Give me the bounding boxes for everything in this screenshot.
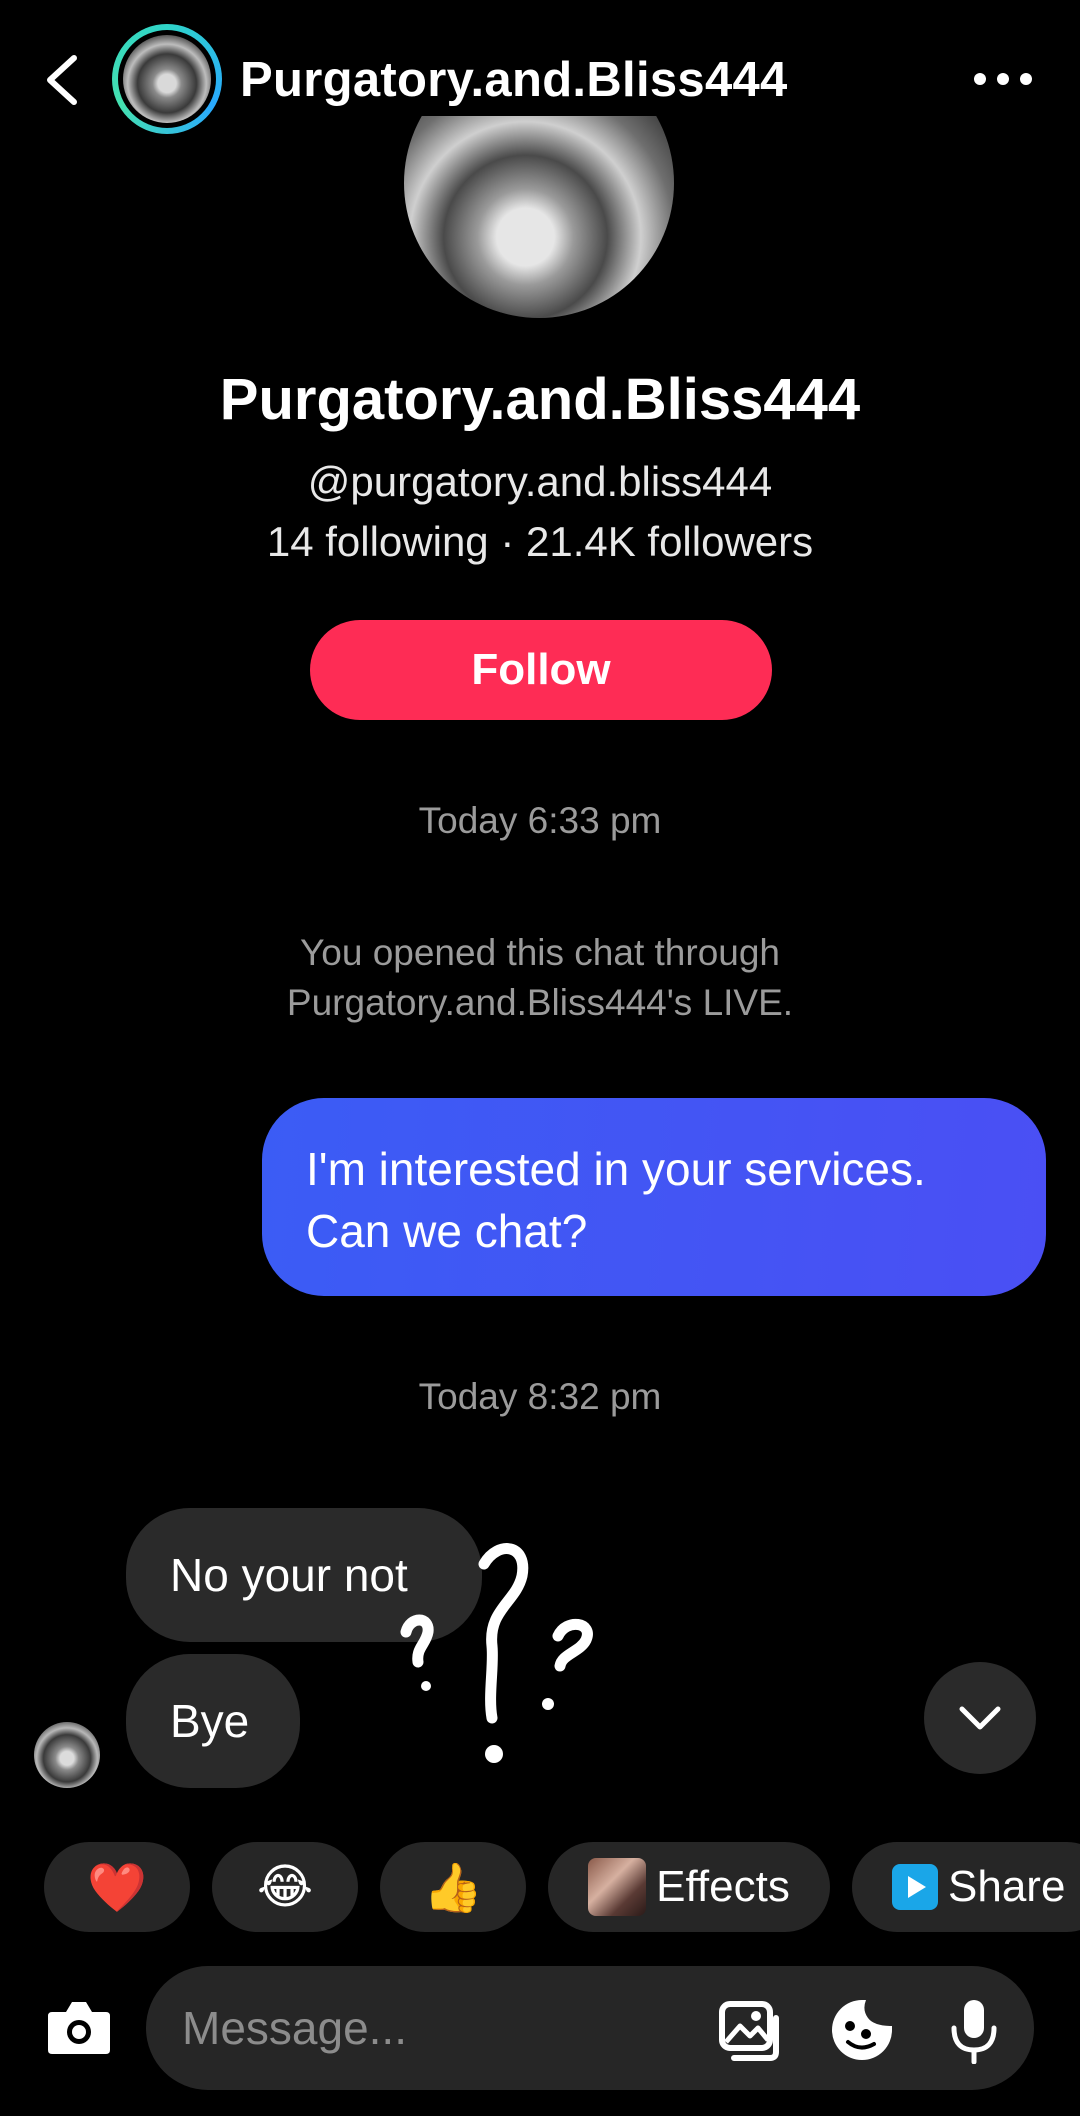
message-line: I'm interested in your services.	[306, 1143, 926, 1195]
message-text: Bye	[170, 1695, 250, 1747]
gallery-image-icon[interactable]	[716, 1996, 784, 2064]
effects-thumbnail-icon	[588, 1858, 647, 1916]
system-note-line: Purgatory.and.Bliss444's LIVE.	[286, 982, 794, 1023]
header-avatar[interactable]	[112, 24, 222, 134]
incoming-message[interactable]: Bye	[126, 1654, 300, 1788]
timestamp: Today 6:33 pm	[418, 800, 662, 841]
microphone-icon[interactable]	[940, 1996, 1008, 2064]
quick-reaction-laugh[interactable]: 😂	[212, 1842, 358, 1932]
effects-label: Effects	[656, 1862, 790, 1911]
profile-handle: @purgatory.and.bliss444	[307, 458, 773, 505]
scroll-to-bottom-button[interactable]	[924, 1662, 1036, 1774]
message-input[interactable]: Message...	[146, 1966, 1034, 2090]
camera-icon[interactable]	[44, 1996, 114, 2058]
sender-avatar[interactable]	[34, 1722, 100, 1788]
sticker-emoji-icon[interactable]	[828, 1996, 896, 2064]
thumbs-up-emoji-icon: 👍	[423, 1861, 483, 1915]
message-line: Can we chat?	[306, 1205, 588, 1257]
share-button[interactable]: Share	[852, 1842, 1080, 1932]
outgoing-message[interactable]: I'm interested in your services. Can we …	[262, 1098, 1046, 1296]
quick-reaction-thumbs-up[interactable]: 👍	[380, 1842, 526, 1932]
share-label: Share	[948, 1862, 1066, 1911]
more-options-icon[interactable]	[968, 64, 1038, 94]
heart-emoji-icon: ❤️	[87, 1861, 147, 1915]
header-title[interactable]: Purgatory.and.Bliss444	[240, 52, 788, 108]
question-marks-doodle-icon	[400, 1543, 593, 1763]
quick-reaction-heart[interactable]: ❤️	[44, 1842, 190, 1932]
share-play-icon	[892, 1864, 938, 1910]
chevron-down-icon	[959, 1706, 1001, 1730]
message-text: No your not	[170, 1549, 408, 1601]
timestamp: Today 8:32 pm	[418, 1376, 662, 1417]
effects-button[interactable]: Effects	[548, 1842, 830, 1932]
system-note: You opened this chat through Purgatory.a…	[0, 928, 1080, 1028]
system-note-line: You opened this chat through	[299, 932, 781, 973]
follow-button[interactable]: Follow	[310, 620, 772, 720]
message-placeholder: Message...	[182, 2002, 407, 2054]
profile-display-name: Purgatory.and.Bliss444	[219, 367, 861, 432]
laughing-emoji-icon: 😂	[256, 1861, 314, 1914]
profile-picture[interactable]	[404, 116, 674, 318]
back-chevron-icon[interactable]	[38, 52, 88, 108]
profile-stats: 14 following · 21.4K followers	[266, 518, 814, 565]
